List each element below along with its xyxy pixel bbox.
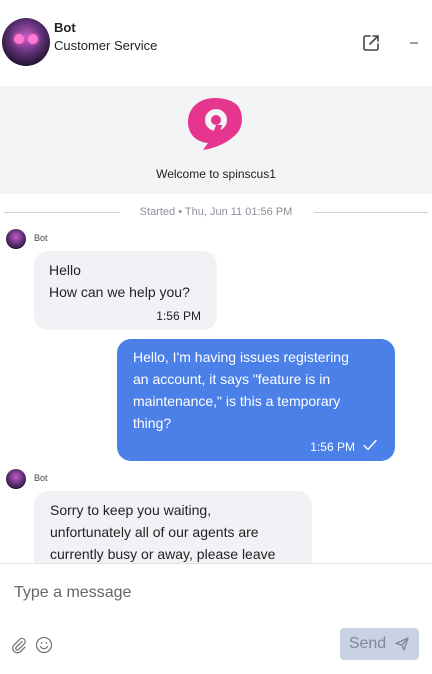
bot-message-avatar	[6, 229, 26, 249]
welcome-banner: Welcome to spinscus1	[0, 86, 432, 194]
bot-message-avatar	[6, 469, 26, 489]
send-button[interactable]: Send	[340, 628, 419, 660]
header-subtitle: Customer Service	[54, 38, 158, 53]
message-text-line: maintenance," is this a temporary	[133, 393, 341, 409]
welcome-text: Welcome to spinscus1	[156, 167, 276, 181]
message-timestamp: 1:56 PM	[156, 309, 201, 323]
check-icon	[363, 439, 377, 451]
brand-logo-icon	[188, 98, 242, 150]
outgoing-message-bubble: Hello, I'm having issues registering an …	[117, 339, 395, 461]
send-icon	[395, 637, 409, 651]
attachment-icon[interactable]	[10, 636, 28, 654]
message-text-line: currently busy or away, please leave	[50, 546, 276, 562]
external-link-icon	[363, 35, 379, 51]
message-text-line: thing?	[133, 415, 172, 431]
bot-avatar	[2, 18, 50, 66]
message-input[interactable]: Type a message	[14, 584, 131, 602]
message-text-line: unfortunately all of our agents are	[50, 524, 259, 540]
message-text-line: an account, it says "feature is in	[133, 371, 331, 387]
message-text-line: Hello, I'm having issues registering	[133, 349, 349, 365]
bot-name: Bot	[54, 20, 76, 35]
message-text-line: How can we help you?	[49, 284, 190, 300]
chat-header: Bot Customer Service	[0, 0, 432, 86]
sender-label: Bot	[34, 473, 48, 483]
minus-icon	[410, 42, 418, 44]
emoji-icon[interactable]	[35, 636, 53, 654]
sender-label: Bot	[34, 233, 48, 243]
message-text-line: Sorry to keep you waiting,	[50, 502, 212, 518]
minimize-button[interactable]	[403, 32, 425, 54]
message-text-line: Hello	[49, 262, 81, 278]
incoming-message-bubble: Hello How can we help you? 1:56 PM	[34, 251, 217, 330]
message-timestamp: 1:56 PM	[310, 440, 355, 454]
started-label: Started • Thu, Jun 11 01:56 PM	[139, 206, 293, 218]
send-button-label: Send	[348, 635, 387, 652]
popout-button[interactable]	[360, 32, 382, 54]
